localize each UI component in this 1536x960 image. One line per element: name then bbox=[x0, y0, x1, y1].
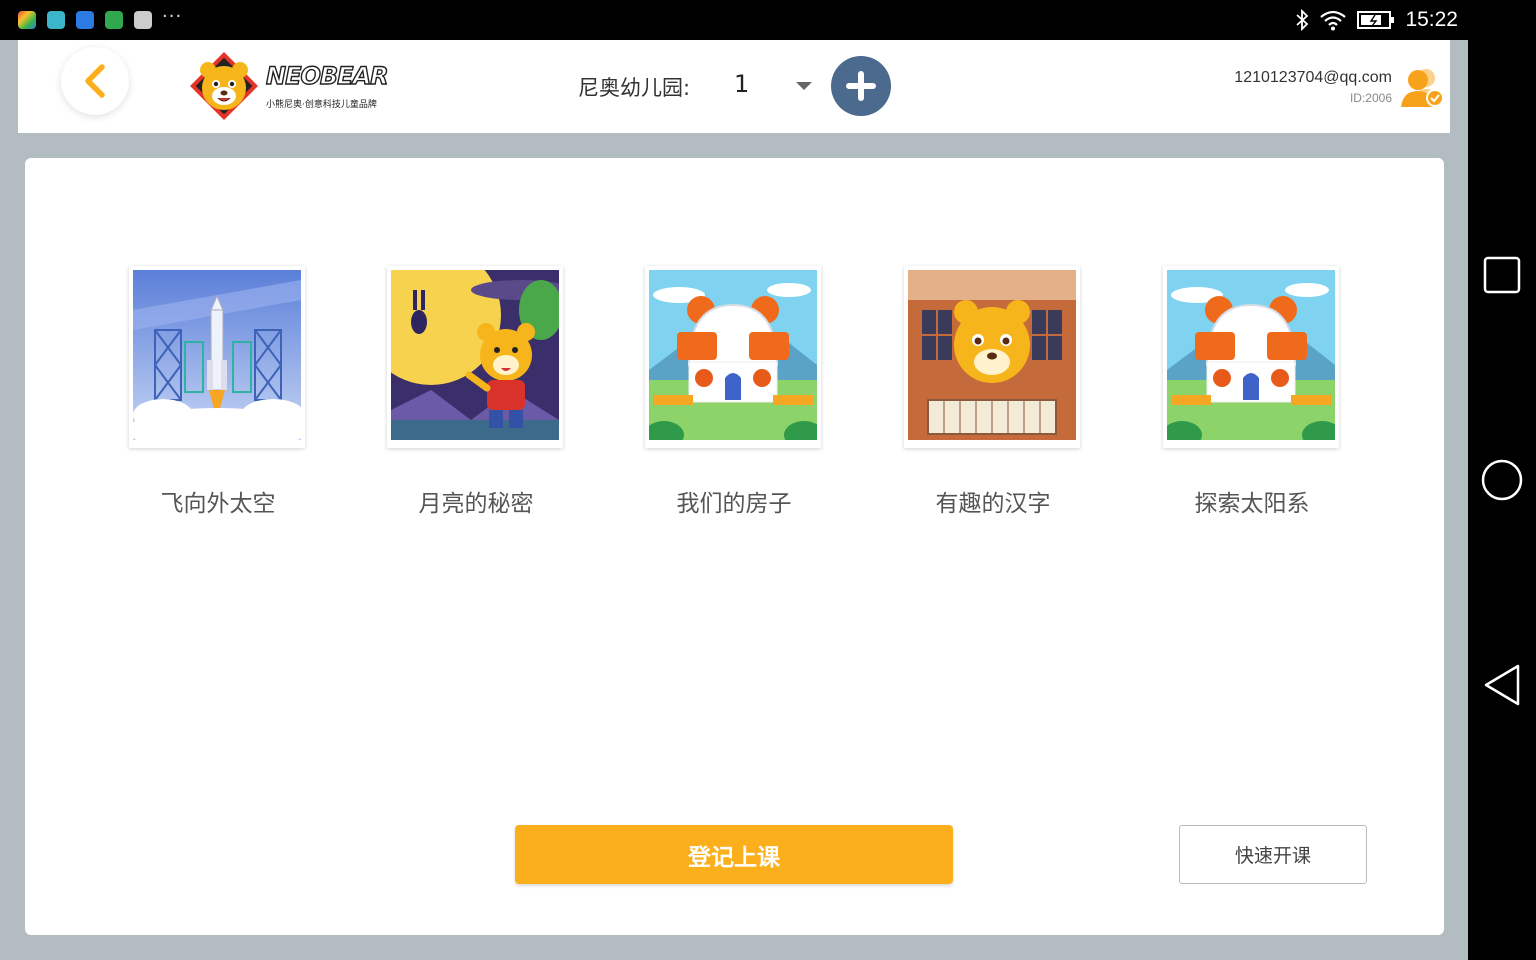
rocket-launch-image bbox=[133, 270, 301, 440]
moon-bear-image bbox=[391, 270, 559, 440]
more-notifications-icon: ··· bbox=[162, 6, 183, 27]
wifi-icon bbox=[1320, 10, 1347, 31]
system-back-button[interactable] bbox=[1480, 663, 1524, 707]
logo-brand: NEOBEAR bbox=[265, 61, 389, 90]
course-card[interactable]: 月亮的秘密 bbox=[387, 266, 565, 518]
neobear-logo: NEOBEAR 小熊尼奥·创意科技儿童品牌 bbox=[186, 48, 389, 126]
security-app-icon bbox=[76, 11, 94, 29]
triangle-back-icon bbox=[1484, 664, 1520, 706]
course-title: 我们的房子 bbox=[676, 491, 792, 517]
course-title: 探索太阳系 bbox=[1194, 491, 1310, 517]
account-id: ID:2006 bbox=[1349, 91, 1392, 105]
back-button[interactable] bbox=[61, 47, 129, 115]
course-thumbnail bbox=[1163, 266, 1339, 448]
school-label: 尼奥幼儿园: bbox=[578, 76, 691, 100]
chat-app-icon bbox=[47, 11, 65, 29]
keyboard-app-icon bbox=[134, 11, 152, 29]
course-title: 有趣的汉字 bbox=[935, 491, 1051, 517]
school-select-value[interactable]: 1 bbox=[734, 70, 749, 98]
game-app-icon bbox=[105, 11, 123, 29]
course-title: 月亮的秘密 bbox=[418, 491, 534, 517]
user-account-icon[interactable] bbox=[1398, 65, 1444, 109]
course-thumbnail bbox=[904, 266, 1080, 448]
battery-icon bbox=[1357, 11, 1395, 29]
logo-tagline: 小熊尼奥·创意科技儿童品牌 bbox=[266, 100, 377, 110]
course-card[interactable]: 探索太阳系 bbox=[1163, 266, 1341, 518]
app-content: NEOBEAR 小熊尼奥·创意科技儿童品牌 尼奥幼儿园: 1 121012370… bbox=[0, 40, 1468, 960]
bear-house-image bbox=[1167, 270, 1335, 440]
course-thumbnail bbox=[645, 266, 821, 448]
course-panel: 飞向外太空 月亮的秘密 我们的房子 有趣的汉字 探索太阳系 登记上课 快速开课 bbox=[25, 158, 1444, 935]
quick-start-button[interactable]: 快速开课 bbox=[1179, 825, 1367, 884]
square-icon bbox=[1483, 256, 1521, 294]
bluetooth-icon bbox=[1296, 9, 1309, 31]
course-card[interactable]: 飞向外太空 bbox=[129, 266, 307, 518]
plus-icon bbox=[846, 71, 876, 101]
bear-logo-icon bbox=[190, 52, 258, 120]
course-thumbnail bbox=[129, 266, 305, 448]
account-email: 1210123704@qq.com bbox=[1234, 69, 1392, 86]
header-bar: NEOBEAR 小熊尼奥·创意科技儿童品牌 尼奥幼儿园: 1 121012370… bbox=[18, 40, 1450, 133]
register-class-button[interactable]: 登记上课 bbox=[515, 825, 953, 884]
add-school-button[interactable] bbox=[831, 56, 891, 116]
clock: 15:22 bbox=[1405, 8, 1458, 31]
course-card[interactable]: 有趣的汉字 bbox=[904, 266, 1082, 518]
photos-app-icon bbox=[18, 11, 36, 29]
home-button[interactable] bbox=[1480, 458, 1524, 502]
recent-apps-button[interactable] bbox=[1480, 253, 1524, 297]
course-title: 飞向外太空 bbox=[160, 491, 276, 517]
dropdown-arrow-icon[interactable] bbox=[796, 82, 812, 90]
system-nav-bar bbox=[1468, 40, 1536, 960]
course-thumbnail bbox=[387, 266, 563, 448]
status-bar: ··· 15:22 bbox=[0, 0, 1536, 40]
circle-icon bbox=[1481, 459, 1523, 501]
bear-house-image bbox=[649, 270, 817, 440]
course-card[interactable]: 我们的房子 bbox=[645, 266, 823, 518]
chevron-left-icon bbox=[85, 64, 105, 98]
bear-reading-image bbox=[908, 270, 1076, 440]
